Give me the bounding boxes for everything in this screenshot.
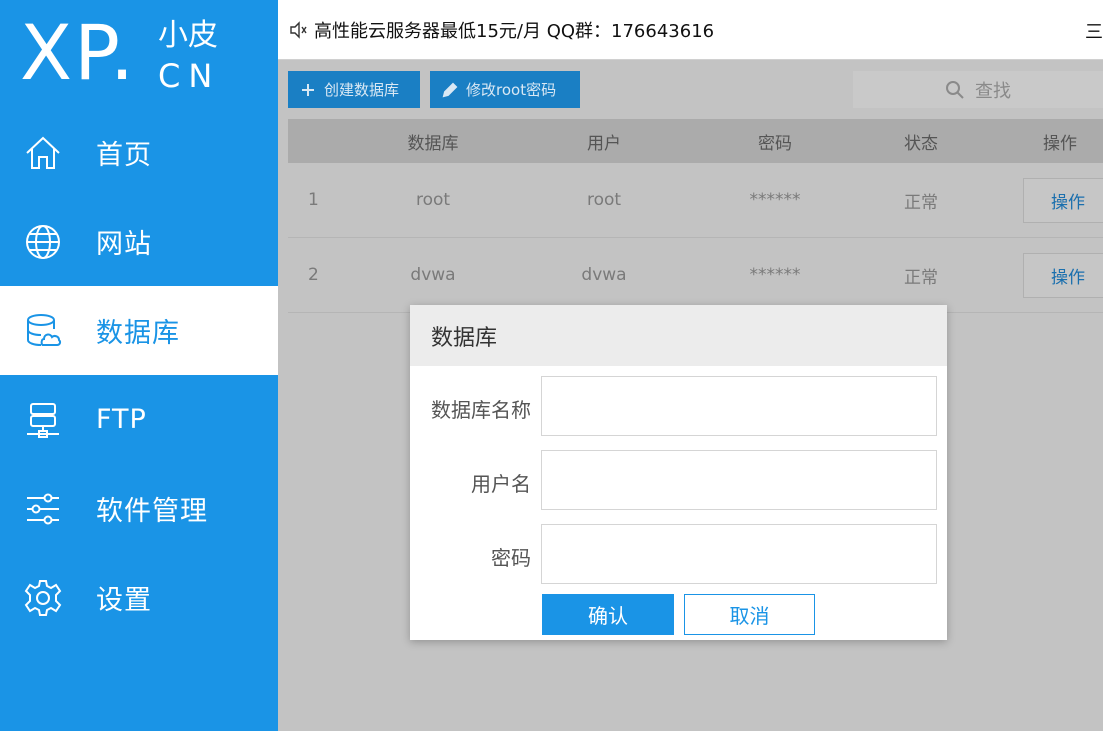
- sliders-icon: [22, 488, 64, 530]
- database-table: 数据库 用户 密码 状态 操作 1 root root ****** 正常 操作…: [288, 119, 1103, 313]
- sidebar-item-software[interactable]: 软件管理: [0, 464, 278, 553]
- row-action-button[interactable]: 操作: [1023, 177, 1103, 223]
- row-password: ******: [749, 265, 801, 285]
- row-password: ******: [749, 190, 801, 210]
- row-index: 2: [308, 265, 319, 285]
- database-name-label: 数据库名称: [431, 398, 531, 422]
- password-row: 密码: [410, 524, 947, 584]
- notice-bar: 高性能云服务器最低15元/月 QQ群：176643616 三: [278, 0, 1103, 60]
- confirm-button[interactable]: 确认: [542, 594, 674, 635]
- database-name-row: 数据库名称: [410, 376, 947, 436]
- sidebar-item-label: 数据库: [96, 318, 180, 349]
- create-database-button[interactable]: 创建数据库: [288, 71, 420, 108]
- search-icon: [946, 80, 964, 99]
- logo-main: XP.: [20, 8, 137, 97]
- row-action-cell: 操作: [972, 177, 1103, 223]
- sidebar-item-settings[interactable]: 设置: [0, 553, 278, 642]
- sidebar-nav: 首页 网站 数据库 FTP 软件管理 设置: [0, 108, 278, 642]
- row-database: root: [415, 190, 451, 210]
- create-database-label: 创建数据库: [324, 81, 400, 99]
- row-user: dvwa: [581, 265, 627, 285]
- sidebar-item-home[interactable]: 首页: [0, 108, 278, 197]
- header-user: 用户: [587, 133, 621, 154]
- modify-root-password-button[interactable]: 修改root密码: [430, 71, 580, 108]
- username-row: 用户名: [410, 450, 947, 510]
- sidebar-item-label: 网站: [96, 229, 152, 260]
- logo-cn-bottom: CN: [158, 57, 221, 95]
- plus-icon: [302, 83, 314, 96]
- sidebar-item-ftp[interactable]: FTP: [0, 375, 278, 464]
- sidebar-item-label: FTP: [96, 404, 147, 435]
- sidebar-item-label: 设置: [96, 585, 152, 616]
- dialog-title: 数据库: [410, 305, 947, 366]
- header-action: 操作: [1043, 133, 1077, 154]
- database-icon: [22, 310, 64, 352]
- speaker-icon: [288, 20, 308, 40]
- server-icon: [22, 399, 64, 441]
- notice-text[interactable]: 高性能云服务器最低15元/月 QQ群：176643616: [314, 17, 714, 43]
- search-label: 查找: [975, 80, 1011, 102]
- row-user: root: [586, 190, 622, 210]
- logo-cn-top: 小皮: [158, 18, 218, 53]
- home-icon: [22, 132, 64, 174]
- database-dialog: 数据库 数据库名称 用户名 密码 确认 取消: [410, 305, 947, 640]
- row-action-button[interactable]: 操作: [1023, 252, 1103, 298]
- table-row: 2 dvwa dvwa ****** 正常 操作: [288, 238, 1103, 313]
- username-input[interactable]: [541, 450, 937, 510]
- row-index: 1: [308, 190, 319, 210]
- modify-root-password-label: 修改root密码: [466, 81, 557, 99]
- sidebar-item-label: 首页: [96, 140, 152, 171]
- logo: XP. 小皮 CN: [20, 8, 270, 103]
- cancel-button[interactable]: 取消: [684, 594, 815, 635]
- header-status: 状态: [904, 133, 938, 154]
- row-status: 正常: [904, 267, 938, 288]
- sidebar-item-label: 软件管理: [96, 496, 208, 527]
- search-button[interactable]: 查找: [853, 71, 1103, 108]
- database-name-input[interactable]: [541, 376, 937, 436]
- password-input[interactable]: [541, 524, 937, 584]
- sidebar-item-database[interactable]: 数据库: [0, 286, 278, 375]
- header-password: 密码: [758, 133, 792, 154]
- gear-icon: [22, 577, 64, 619]
- row-database: dvwa: [410, 265, 456, 285]
- table-row: 1 root root ****** 正常 操作: [288, 163, 1103, 238]
- menu-edge-glyph[interactable]: 三: [1085, 18, 1103, 44]
- sidebar: XP. 小皮 CN 首页 网站 数据库 FTP 软件管理 设置: [0, 0, 278, 731]
- header-database: 数据库: [407, 133, 459, 154]
- table-header: 数据库 用户 密码 状态 操作: [288, 119, 1103, 163]
- pencil-icon: [442, 82, 458, 97]
- sidebar-item-website[interactable]: 网站: [0, 197, 278, 286]
- row-status: 正常: [904, 192, 938, 213]
- username-label: 用户名: [471, 472, 531, 496]
- row-action-cell: 操作: [972, 252, 1103, 298]
- globe-icon: [22, 221, 64, 263]
- password-label: 密码: [491, 546, 531, 570]
